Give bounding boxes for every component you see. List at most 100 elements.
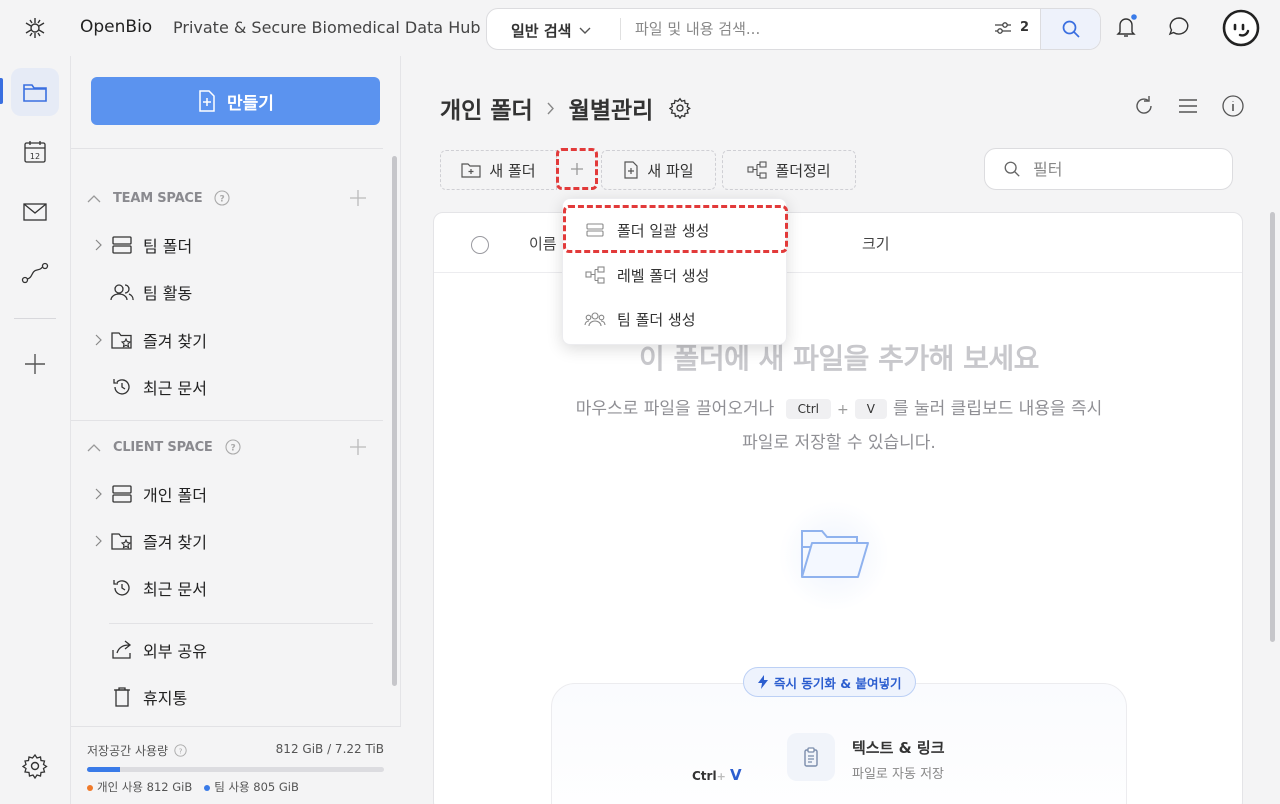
chat-bubble-icon[interactable] <box>1166 14 1192 40</box>
sidebar: 만들기 TEAM SPACE ? 팀 폴더 팀 활동 즐겨 찾기 최근 문서 C… <box>71 56 401 804</box>
sidebar-item-client-favorites[interactable]: 즐겨 찾기 <box>89 524 207 558</box>
rail-mail[interactable] <box>11 188 59 236</box>
breadcrumb-root[interactable]: 개인 폴더 <box>440 91 533 125</box>
new-folder-label: 새 폴더 <box>489 161 536 180</box>
main-content: 개인 폴더 월별관리 새 폴더 새 파일 폴더정리 이름 크기 이 폴더에 새 … <box>402 56 1280 804</box>
search-input[interactable] <box>635 17 965 41</box>
history-icon <box>113 379 130 395</box>
client-space-title: CLIENT SPACE <box>113 439 213 455</box>
menu-item-label: 팀 폴더 생성 <box>617 310 696 329</box>
organize-folder-button[interactable]: 폴더정리 <box>722 150 856 190</box>
new-file-icon <box>199 90 215 112</box>
sidebar-divider <box>109 623 373 624</box>
chevron-up-icon <box>87 443 101 451</box>
rail-calendar[interactable]: 12 <box>11 128 59 176</box>
sidebar-item-label: 팀 폴더 <box>143 237 193 256</box>
clipboard-icon <box>804 747 818 767</box>
sync-paste-badge: 즉시 동기화 & 붙여넣기 <box>743 667 917 697</box>
create-button-label: 만들기 <box>227 93 274 114</box>
plus-icon <box>25 354 45 374</box>
sidebar-item-personal-folder[interactable]: 개인 폴더 <box>89 477 207 511</box>
user-avatar-icon[interactable] <box>1222 9 1260 47</box>
gear-icon[interactable] <box>669 97 692 119</box>
rail-active-indicator <box>0 78 3 104</box>
sidebar-item-team-recent[interactable]: 최근 문서 <box>89 370 207 404</box>
new-file-label: 새 파일 <box>647 161 694 180</box>
notification-bell-icon[interactable] <box>1113 14 1139 40</box>
chevron-down-icon <box>579 27 591 34</box>
storage-total: 812 GiB / 7.22 TiB <box>275 742 384 756</box>
sidebar-item-client-recent[interactable]: 최근 문서 <box>89 571 207 605</box>
help-circle-icon[interactable]: ? <box>174 744 187 757</box>
menu-item-level-folder[interactable]: 레벨 폴더 생성 <box>563 253 788 297</box>
highlight-annotation <box>563 205 788 253</box>
new-folder-more-button[interactable] <box>556 148 598 190</box>
sidebar-scrollbar[interactable] <box>392 156 397 686</box>
sidebar-item-label: 개인 폴더 <box>143 486 207 505</box>
column-size[interactable]: 크기 <box>862 233 890 254</box>
rail-settings[interactable] <box>11 742 59 790</box>
column-name[interactable]: 이름 <box>529 233 557 254</box>
search-mode-select[interactable]: 일반 검색 <box>511 20 591 41</box>
client-space-header[interactable]: CLIENT SPACE ? <box>87 439 241 455</box>
open-folder-illustration-icon <box>779 501 889 611</box>
main-scrollbar[interactable] <box>1270 212 1275 642</box>
search-submit-button[interactable] <box>1040 9 1100 49</box>
kbd-v: V <box>854 399 887 419</box>
sync-paste-label: 즉시 동기화 & 붙여넣기 <box>774 675 902 691</box>
star-folder-icon <box>111 533 132 550</box>
kbd-plus: + <box>837 402 849 418</box>
clipboard-tile <box>787 733 835 781</box>
chevron-right-icon <box>547 102 554 114</box>
sidebar-item-team-favorites[interactable]: 즐겨 찾기 <box>89 323 207 357</box>
text-link-subtitle: 파일로 자동 저장 <box>852 767 944 782</box>
keyboard-shortcut-hint: Ctrl+ V <box>692 766 742 784</box>
empty-desc-part1: 마우스로 파일을 끌어오거나 <box>575 399 775 419</box>
select-all-checkbox[interactable] <box>471 236 489 254</box>
plus-icon <box>571 163 583 175</box>
sidebar-item-label: 최근 문서 <box>143 580 207 599</box>
team-space-header[interactable]: TEAM SPACE ? <box>87 190 231 206</box>
new-folder-button[interactable]: 새 폴더 <box>440 150 557 190</box>
refresh-icon[interactable] <box>1132 94 1156 118</box>
empty-state-title: 이 폴더에 새 파일을 추가해 보세요 <box>639 342 1039 375</box>
help-circle-icon[interactable]: ? <box>225 439 241 455</box>
info-icon[interactable] <box>1221 94 1245 118</box>
sync-guide-card <box>551 683 1127 804</box>
menu-item-team-folder[interactable]: 팀 폴더 생성 <box>563 297 788 341</box>
search-filter-button[interactable]: 2 <box>994 20 1029 35</box>
sidebar-item-trash[interactable]: 휴지통 <box>89 680 187 714</box>
filter-box <box>984 148 1233 190</box>
share-icon <box>112 640 132 659</box>
new-file-button[interactable]: 새 파일 <box>601 150 716 190</box>
sidebar-item-team-folder[interactable]: 팀 폴더 <box>89 228 192 262</box>
storage-bar <box>87 767 384 772</box>
storage-bar-fill <box>87 767 120 772</box>
create-button[interactable]: 만들기 <box>91 77 380 125</box>
sidebar-item-team-activity[interactable]: 팀 활동 <box>89 275 192 309</box>
settings-icon <box>22 753 48 779</box>
client-space-add-icon[interactable] <box>349 438 367 456</box>
rail-workflow[interactable] <box>11 249 59 297</box>
list-view-icon[interactable] <box>1176 94 1200 118</box>
rail-files[interactable] <box>11 68 59 116</box>
breadcrumb-current: 월별관리 <box>568 98 654 124</box>
sliders-icon <box>995 21 1011 34</box>
brand-tagline: Private & Secure Biomedical Data Hub <box>173 18 481 37</box>
sidebar-divider <box>71 148 383 149</box>
rail-add[interactable] <box>11 340 59 388</box>
filter-input[interactable] <box>1033 159 1213 179</box>
logo-icon[interactable] <box>22 15 48 41</box>
chevron-right-icon <box>95 535 102 547</box>
help-circle-icon[interactable]: ? <box>214 190 231 206</box>
sidebar-divider <box>71 420 383 421</box>
search-divider <box>620 18 621 40</box>
kb-ctrl: Ctrl <box>692 769 717 783</box>
history-icon <box>113 580 130 596</box>
breadcrumb: 개인 폴더 월별관리 <box>440 91 692 125</box>
sidebar-item-label: 즐겨 찾기 <box>143 533 207 552</box>
chevron-right-icon <box>95 239 102 251</box>
file-plus-icon <box>624 161 639 179</box>
sidebar-item-external-share[interactable]: 외부 공유 <box>89 633 207 667</box>
team-space-add-icon[interactable] <box>349 189 367 207</box>
